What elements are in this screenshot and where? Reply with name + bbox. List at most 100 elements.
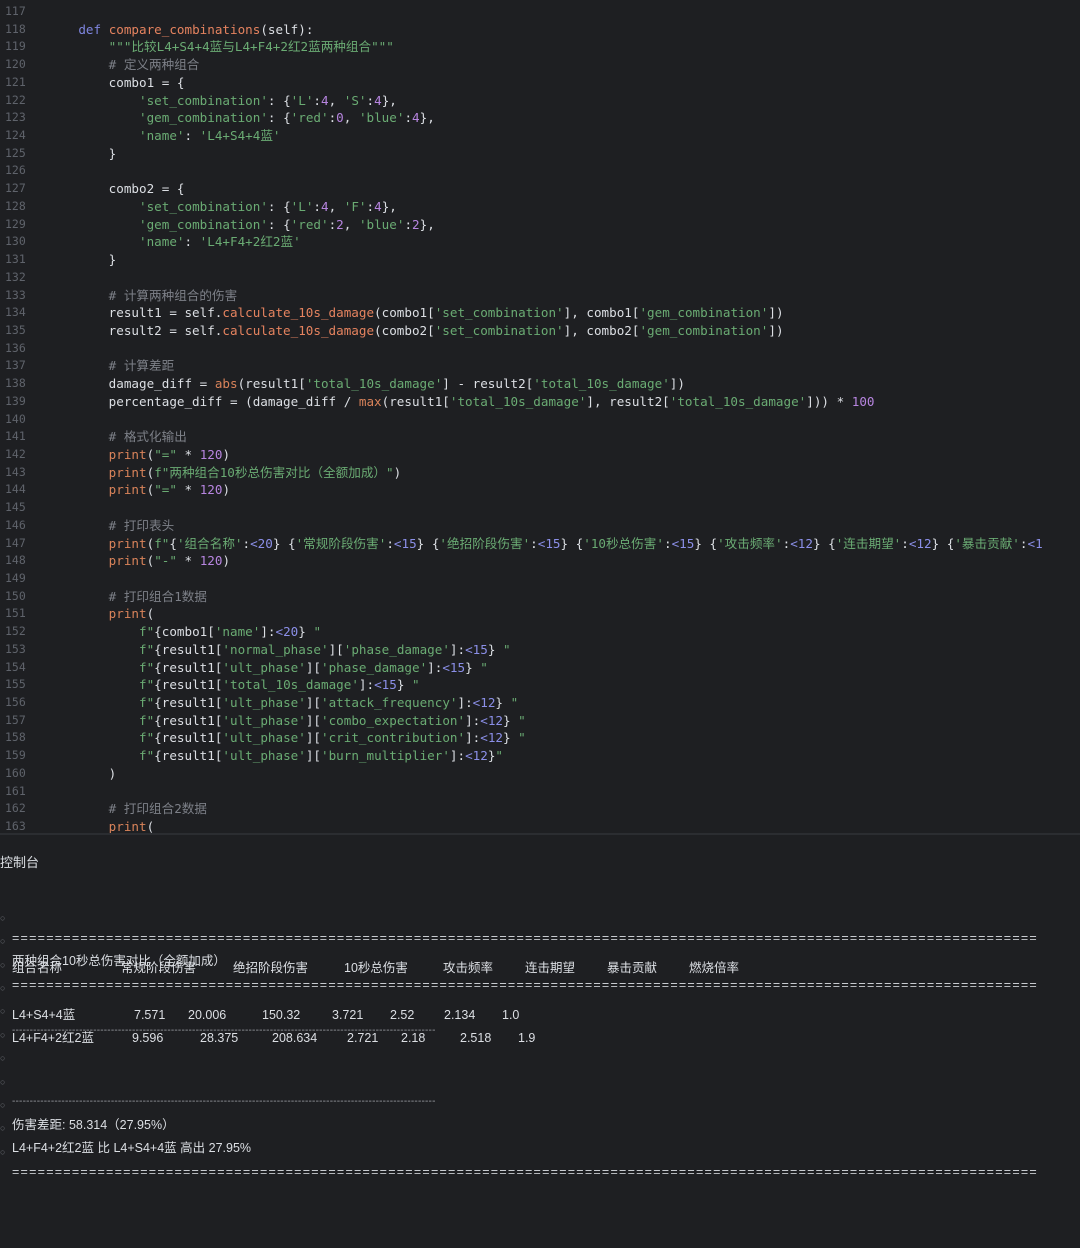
- line-number: 145: [5, 500, 26, 515]
- code-token: """比较L4+S4+4蓝与L4+F4+2红2蓝两种组合""": [108, 39, 394, 55]
- code-token: 'gem_combination': [639, 322, 769, 338]
- code-token: }: [495, 695, 503, 711]
- code-token: percentage_diff = (damage_diff /: [48, 393, 359, 409]
- code-token: result1 = self.: [48, 305, 223, 321]
- code-token: f": [139, 695, 155, 711]
- code-text: result1 = self.calculate_10s_damage(comb…: [48, 304, 784, 322]
- code-token: print: [108, 482, 147, 498]
- code-token: },: [381, 92, 397, 108]
- code-token: 'gem_combination': [639, 305, 769, 321]
- code-text: }: [48, 145, 117, 163]
- code-token: (combo1[: [374, 305, 435, 321]
- code-token: 'set_combination': [139, 198, 268, 214]
- row-cell: 28.375: [200, 1031, 239, 1045]
- code-token: 'L4+F4+2红2蓝': [199, 234, 301, 250]
- code-token: <15: [442, 659, 466, 675]
- code-token: '常规阶段伤害': [295, 535, 387, 551]
- code-text: print(f"两种组合10秒总伤害对比（全额加成）"): [48, 464, 402, 482]
- code-token: 0: [336, 110, 344, 126]
- code-token: ]:: [449, 748, 466, 764]
- code-token: : {: [267, 92, 291, 108]
- line-number: 132: [5, 269, 26, 284]
- code-token: } {: [416, 535, 440, 551]
- code-token: 2: [336, 216, 344, 232]
- code-token: <15: [393, 535, 417, 551]
- code-token: f": [139, 624, 155, 640]
- code-token: 'gem_combination': [139, 110, 268, 126]
- row-cell: 1.9: [518, 1031, 536, 1045]
- row-cell: L4+F4+2红2蓝: [12, 1031, 94, 1045]
- code-token: 120: [199, 482, 223, 498]
- line-number: 148: [5, 553, 26, 568]
- line-number: 150: [5, 588, 26, 603]
- console-line: ○ 两种组合10秒总伤害对比（全额加成）: [0, 911, 1080, 968]
- code-editor[interactable]: 117 118 def compare_combinations(self): 11…: [0, 0, 1080, 833]
- line-number: 160: [5, 765, 26, 780]
- code-token: *: [176, 482, 200, 498]
- code-token: 'total_10s_damage': [449, 393, 587, 409]
- code-token: ): [222, 446, 231, 462]
- code-text: print("-" * 120): [48, 552, 230, 570]
- line-number: 123: [5, 110, 26, 125]
- code-token: print: [108, 819, 147, 833]
- code-token: # 计算差距: [108, 358, 175, 374]
- code-token: 'blue': [358, 216, 405, 232]
- code-token: <1: [1027, 535, 1043, 551]
- code-text: f"{result1['ult_phase']['burn_multiplier…: [48, 747, 503, 765]
- code-token: 'total_10s_damage': [222, 677, 359, 693]
- code-text: ): [48, 765, 117, 783]
- code-token: '组合名称': [176, 535, 243, 551]
- code-token: print: [108, 464, 147, 480]
- code-token: <15: [671, 535, 695, 551]
- code-token: ]:: [465, 712, 481, 728]
- console-line: ○ ======================================…: [0, 888, 1080, 945]
- line-number: 134: [5, 305, 26, 320]
- code-text: 'name': 'L4+S4+4蓝': [48, 127, 281, 145]
- line-number: 124: [5, 128, 26, 143]
- code-text: f"{result1['ult_phase']['combo_expectati…: [48, 712, 526, 730]
- code-text: f"{combo1['name']:<20} ": [48, 623, 321, 641]
- code-token: ][: [305, 730, 321, 746]
- console-title: 控制台: [0, 855, 40, 870]
- code-token: 4: [412, 110, 420, 126]
- line-number: 126: [5, 163, 26, 178]
- code-token: # 打印表头: [108, 517, 175, 533]
- code-token: # 打印组合2数据: [108, 801, 207, 817]
- code-token: 'gem_combination': [139, 216, 268, 232]
- row-cell: 1.0: [502, 1008, 520, 1022]
- line-number: 152: [5, 624, 26, 639]
- row-cell: 7.571: [134, 1008, 166, 1022]
- code-token: <12: [480, 712, 503, 728]
- header-cell: 燃烧倍率: [689, 961, 740, 975]
- code-token: 'F': [343, 198, 367, 214]
- code-token: {result1[: [154, 748, 223, 764]
- line-number: 156: [5, 695, 26, 710]
- line-number: 117: [5, 4, 26, 18]
- code-text: def compare_combinations(self):: [48, 21, 313, 39]
- code-token: 'phase_damage': [321, 659, 428, 675]
- code-token: : {: [267, 110, 291, 126]
- code-token: 'ult_phase': [222, 695, 306, 711]
- code-token: ,: [343, 110, 359, 126]
- console-line: ○ ======================================…: [0, 1122, 1080, 1179]
- line-number: 144: [5, 482, 26, 497]
- row-cell: 2.52: [390, 1008, 415, 1022]
- code-token: ): [393, 464, 402, 480]
- code-token: f"两种组合10秒总伤害对比（全额加成）": [154, 464, 394, 480]
- header-cell: 组合名称: [12, 961, 63, 975]
- line-number: 142: [5, 446, 26, 461]
- code-token: :: [313, 92, 321, 108]
- code-token: :: [901, 535, 909, 551]
